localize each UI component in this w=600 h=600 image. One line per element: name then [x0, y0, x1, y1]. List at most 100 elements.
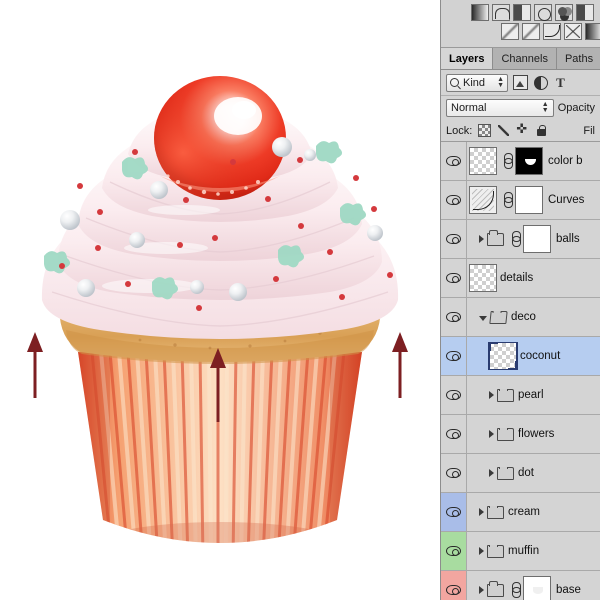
layers-panel[interactable]: Layers Channels Paths Kind ▲ ▼ T Normal ▲… — [440, 0, 600, 600]
color-balance-icon[interactable] — [492, 4, 510, 21]
visibility-toggle[interactable] — [441, 532, 467, 570]
group-expand-triangle[interactable] — [479, 508, 484, 516]
eye-icon — [446, 195, 461, 205]
adjustments-row-1 — [441, 4, 600, 21]
visibility-toggle[interactable] — [441, 571, 467, 600]
layer-row-color-balance[interactable]: color b — [441, 142, 600, 181]
group-expand-triangle[interactable] — [479, 547, 484, 555]
eye-icon — [446, 156, 461, 166]
link-icon[interactable] — [511, 582, 521, 598]
invert-icon[interactable] — [576, 4, 594, 21]
gradient-fill-icon[interactable] — [585, 23, 600, 40]
search-icon — [450, 78, 459, 87]
tab-channels[interactable]: Channels — [493, 48, 557, 69]
blend-mode-bar[interactable]: Normal ▲ ▼ Opacity — [441, 96, 600, 120]
layer-name: cream — [508, 506, 540, 518]
curves-icon[interactable] — [543, 23, 561, 40]
folder-icon — [497, 427, 514, 441]
lock-label: Lock: — [446, 124, 473, 137]
posterize-icon[interactable] — [501, 23, 519, 40]
layer-body: dot — [467, 466, 600, 480]
layer-row-curves[interactable]: Curves — [441, 181, 600, 220]
layer-body: cream — [467, 505, 600, 519]
layer-row-coconut[interactable]: coconut — [441, 337, 600, 376]
eye-icon — [446, 507, 461, 517]
layer-row-balls[interactable]: balls — [441, 220, 600, 259]
eye-icon — [446, 390, 461, 400]
layer-name: deco — [511, 311, 536, 323]
blend-mode-select[interactable]: Normal ▲ ▼ — [446, 99, 554, 117]
layer-mask-thumbnail[interactable] — [515, 186, 543, 214]
layer-body: color b — [467, 147, 600, 175]
visibility-toggle[interactable] — [441, 376, 467, 414]
layer-row-flowers[interactable]: flowers — [441, 415, 600, 454]
visibility-toggle[interactable] — [441, 181, 467, 219]
group-expand-triangle[interactable] — [479, 586, 484, 594]
layer-row-details[interactable]: details — [441, 259, 600, 298]
visibility-toggle[interactable] — [441, 415, 467, 453]
group-expand-triangle[interactable] — [489, 430, 494, 438]
layer-thumbnail[interactable] — [469, 147, 497, 175]
gradient-icon[interactable] — [522, 23, 540, 40]
link-icon[interactable] — [503, 153, 513, 169]
panel-tab-bar[interactable]: Layers Channels Paths — [441, 48, 600, 70]
lock-bar[interactable]: Lock: Fil — [441, 120, 600, 142]
link-icon[interactable] — [503, 192, 513, 208]
visibility-toggle[interactable] — [441, 337, 467, 375]
gradient-map-icon[interactable] — [471, 4, 489, 21]
layer-row-cream[interactable]: cream — [441, 493, 600, 532]
group-expand-triangle[interactable] — [489, 469, 494, 477]
layer-row-pearl[interactable]: pearl — [441, 376, 600, 415]
opacity-label: Opacity — [557, 102, 595, 114]
layer-filter-bar[interactable]: Kind ▲ ▼ T — [441, 70, 600, 96]
layer-row-dot[interactable]: dot — [441, 454, 600, 493]
layer-name: pearl — [518, 389, 544, 401]
layer-row-deco[interactable]: deco — [441, 298, 600, 337]
pixel-filter-icon[interactable] — [513, 75, 528, 90]
eye-icon — [446, 273, 461, 283]
photo-filter-icon[interactable] — [534, 4, 552, 21]
visibility-toggle[interactable] — [441, 142, 467, 180]
image-canvas[interactable] — [0, 0, 440, 600]
group-expand-triangle[interactable] — [479, 315, 487, 321]
layer-body: base — [467, 576, 600, 600]
layer-mask-thumbnail[interactable] — [523, 225, 551, 253]
layer-thumbnail[interactable] — [469, 186, 497, 214]
visibility-toggle[interactable] — [441, 259, 467, 297]
layer-row-muffin[interactable]: muffin — [441, 532, 600, 571]
channel-mixer-icon[interactable] — [555, 4, 573, 21]
layer-list[interactable]: color b Curves balls details deco coconu… — [441, 142, 600, 600]
threshold-icon[interactable] — [564, 23, 582, 40]
tab-layers[interactable]: Layers — [441, 48, 494, 69]
eye-icon — [446, 312, 461, 322]
filter-kind-select[interactable]: Kind ▲ ▼ — [446, 73, 508, 92]
layer-thumbnail[interactable] — [469, 264, 497, 292]
layer-body: deco — [467, 310, 600, 324]
adjustment-filter-icon[interactable] — [533, 75, 548, 90]
layer-thumbnail[interactable] — [488, 342, 518, 370]
layer-name: coconut — [520, 350, 561, 362]
visibility-toggle[interactable] — [441, 454, 467, 492]
lock-transparent-pixels-icon[interactable] — [478, 124, 492, 137]
lock-position-icon[interactable] — [516, 121, 529, 137]
arrow-right — [392, 332, 408, 398]
group-expand-triangle[interactable] — [489, 391, 494, 399]
layer-body: details — [467, 264, 600, 292]
layer-mask-thumbnail[interactable] — [515, 147, 543, 175]
levels-icon[interactable] — [513, 4, 531, 21]
layer-name: details — [500, 272, 534, 284]
visibility-toggle[interactable] — [441, 220, 467, 258]
lock-all-icon[interactable] — [535, 124, 548, 137]
layer-mask-thumbnail[interactable] — [523, 576, 551, 600]
visibility-toggle[interactable] — [441, 493, 467, 531]
lock-image-pixels-icon[interactable] — [497, 124, 510, 137]
layer-row-base[interactable]: base — [441, 571, 600, 600]
adjustments-panel[interactable] — [441, 0, 600, 48]
layer-name: balls — [556, 233, 580, 245]
visibility-toggle[interactable] — [441, 298, 467, 336]
link-icon[interactable] — [511, 231, 521, 247]
layer-name: Curves — [548, 194, 585, 206]
tab-paths[interactable]: Paths — [556, 48, 600, 69]
type-filter-icon[interactable]: T — [553, 75, 568, 90]
group-expand-triangle[interactable] — [479, 235, 484, 243]
